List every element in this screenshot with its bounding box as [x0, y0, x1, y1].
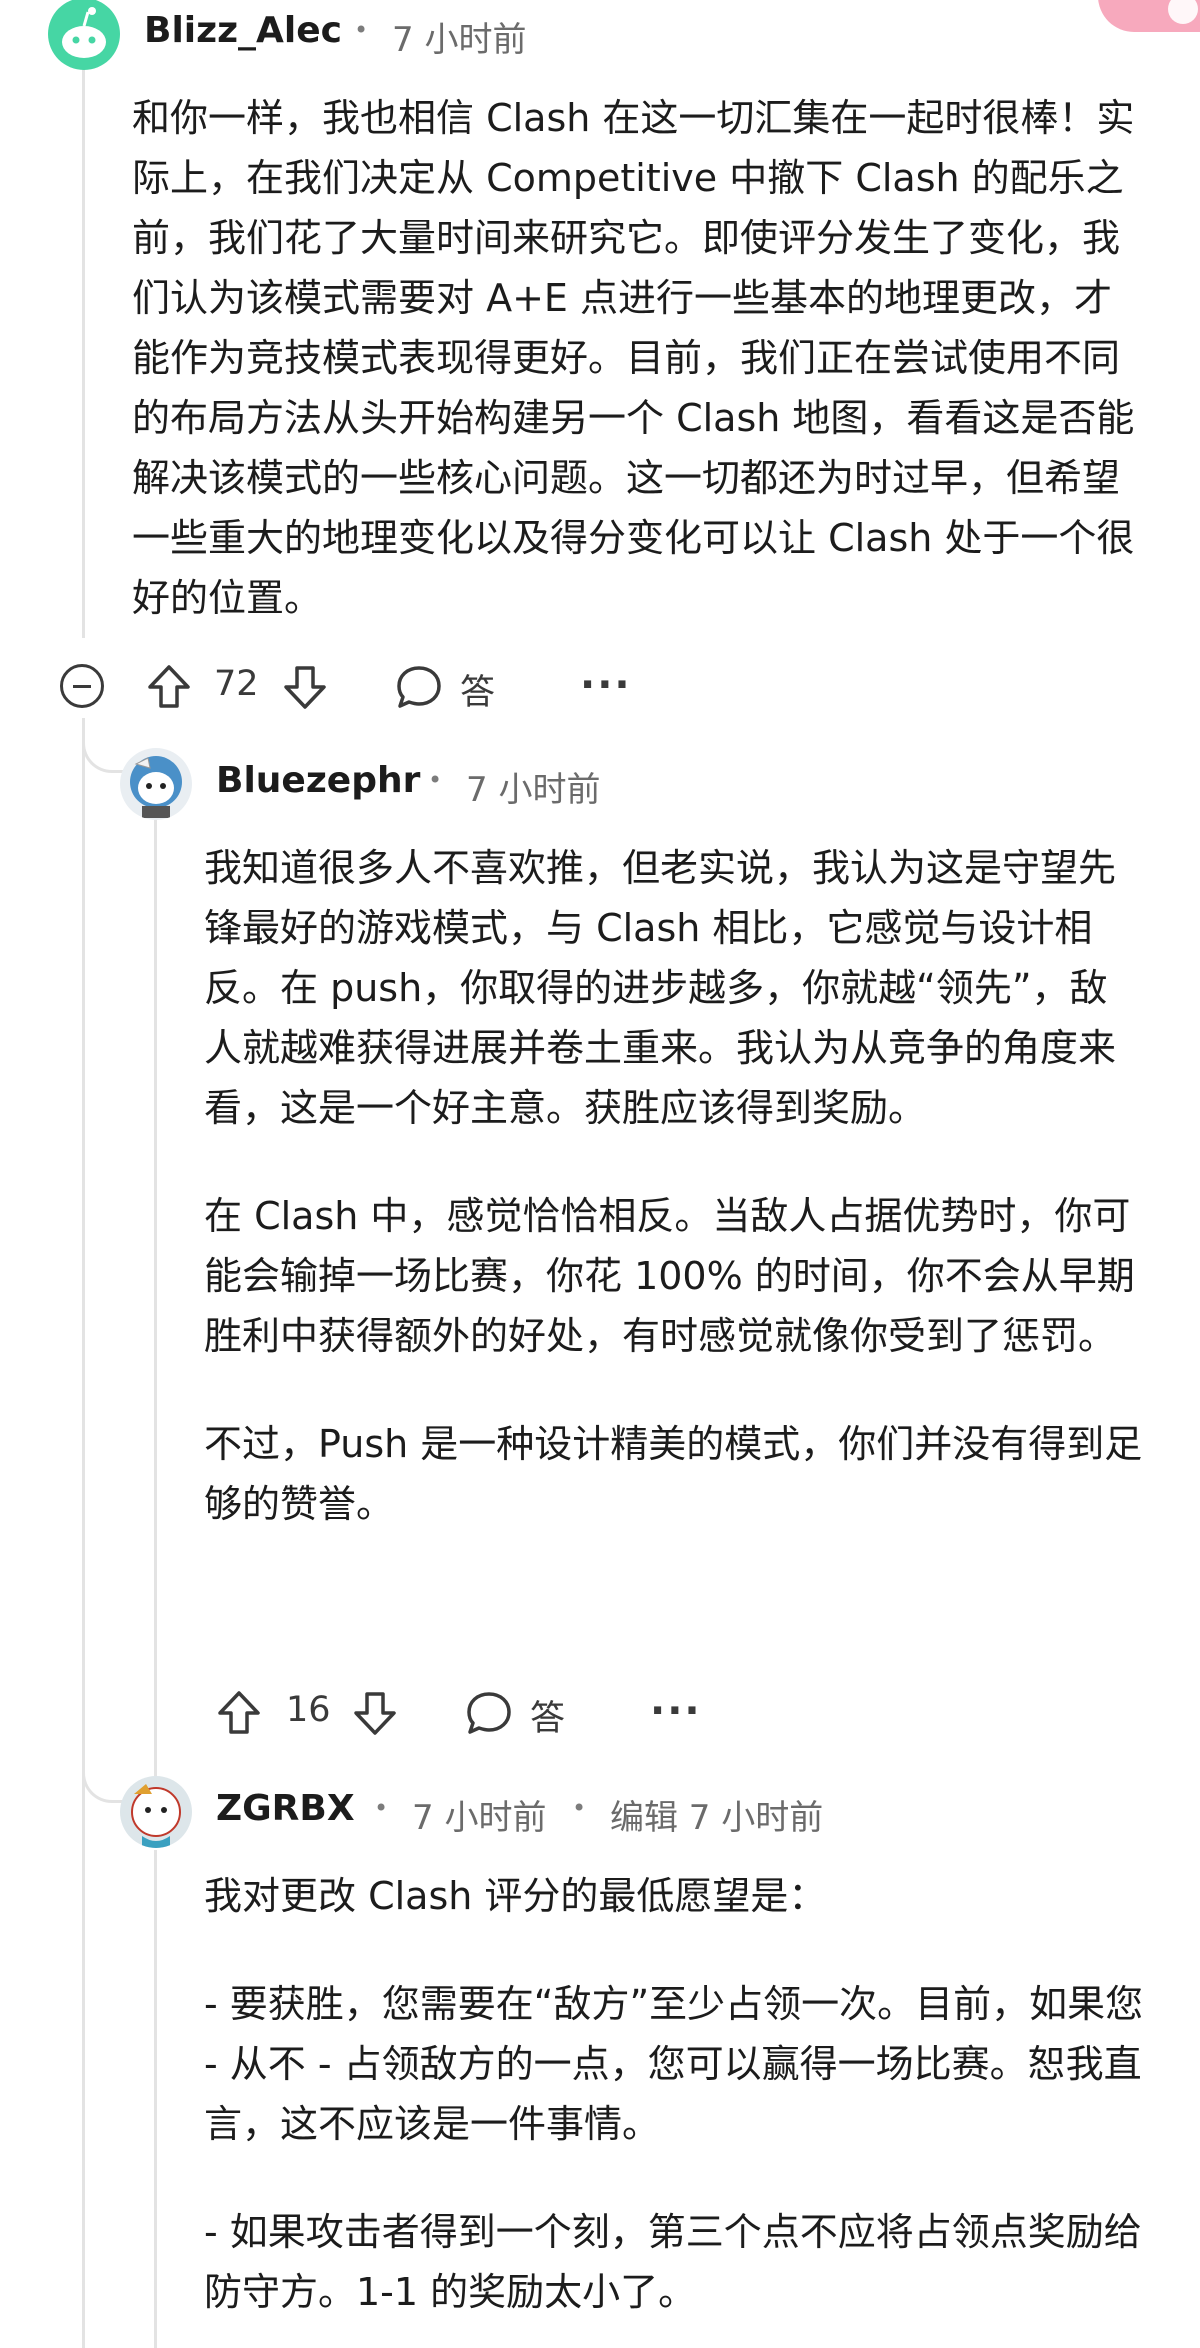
separator-dot: • — [374, 1794, 389, 1822]
thread-curve-1 — [82, 732, 123, 773]
username[interactable]: ZGRBX — [216, 1788, 355, 1829]
avatar[interactable] — [120, 1776, 192, 1848]
timestamp[interactable]: 7 小时前 — [412, 1790, 546, 1839]
separator-dot: • — [572, 1794, 587, 1822]
upvote-arrow-icon — [148, 665, 190, 708]
comment-paragraph: 我对更改 Clash 评分的最低愿望是： — [204, 1874, 827, 1918]
upvote-count: 16 — [286, 1690, 331, 1730]
comment-bubble-icon — [397, 666, 441, 708]
downvote-arrow-icon — [284, 666, 326, 709]
comment-body: 我知道很多人不喜欢推，但老实说，我认为这是守望先锋最好的游戏模式，与 Clash… — [204, 838, 1144, 1534]
reddit-snoo-icon — [62, 7, 106, 58]
avatar[interactable] — [120, 748, 192, 820]
avatar-character-icon — [130, 756, 182, 818]
upvote-count: 72 — [214, 664, 259, 704]
downvote-button[interactable] — [350, 1688, 400, 1738]
timestamp[interactable]: 7 小时前 — [466, 762, 600, 811]
separator-dot: • — [354, 16, 369, 44]
edited-timestamp[interactable]: 编辑 7 小时前 — [610, 1790, 823, 1839]
avatar-character-icon — [131, 1784, 181, 1848]
comment-paragraph: 不过，Push 是一种设计精美的模式，你们并没有得到足够的赞誉。 — [204, 1422, 1143, 1526]
thread-curve-2 — [82, 1762, 123, 1803]
comment-paragraph: 和你一样，我也相信 Clash 在这一切汇集在一起时很棒！实际上，在我们决定从 … — [132, 96, 1135, 620]
reply-label: 答 — [530, 1699, 566, 1739]
separator-dot: • — [428, 766, 443, 794]
comment-paragraph: 我知道很多人不喜欢推，但老实说，我认为这是守望先锋最好的游戏模式，与 Clash… — [204, 846, 1117, 1130]
thread-line-2[interactable] — [82, 718, 85, 2348]
more-options-button[interactable]: ··· — [650, 1688, 702, 1734]
timestamp[interactable]: 7 小时前 — [392, 12, 526, 61]
downvote-arrow-icon — [354, 1692, 396, 1735]
username[interactable]: Blizz_Alec — [144, 10, 342, 51]
upvote-button[interactable] — [214, 1688, 264, 1738]
reply-label: 答 — [460, 673, 496, 713]
reply-button[interactable]: 答 — [394, 662, 504, 713]
reply-button[interactable]: 答 — [464, 1688, 574, 1739]
comment-body: 我对更改 Clash 评分的最低愿望是： - 要获胜，您需要在“敌方”至少占领一… — [204, 1866, 1144, 2322]
comment-bubble-icon — [467, 1692, 511, 1734]
thread-line-1[interactable] — [82, 68, 85, 638]
username[interactable]: Bluezephr — [216, 760, 420, 801]
upvote-button[interactable] — [144, 662, 194, 712]
comment-paragraph: 在 Clash 中，感觉恰恰相反。当敌人占据优势时，你可能会输掉一场比赛，你花 … — [204, 1194, 1135, 1358]
upvote-arrow-icon — [218, 1691, 260, 1734]
collapse-thread-button[interactable] — [60, 664, 104, 708]
comment-paragraph: - 如果攻击者得到一个刻，第三个点不应将占领点奖励给防守方。1-1 的奖励太小了… — [204, 2210, 1142, 2314]
avatar[interactable] — [48, 0, 120, 70]
minus-icon — [73, 685, 91, 688]
downvote-button[interactable] — [280, 662, 330, 712]
thread-line-4[interactable] — [154, 1850, 157, 2348]
comment-body: 和你一样，我也相信 Clash 在这一切汇集在一起时很棒！实际上，在我们决定从 … — [132, 88, 1142, 628]
comment-paragraph: - 要获胜，您需要在“敌方”至少占领一次。目前，如果您 - 从不 - 占领敌方的… — [204, 1982, 1144, 2146]
more-options-button[interactable]: ··· — [580, 662, 632, 708]
thread-line-3[interactable] — [154, 820, 157, 1780]
